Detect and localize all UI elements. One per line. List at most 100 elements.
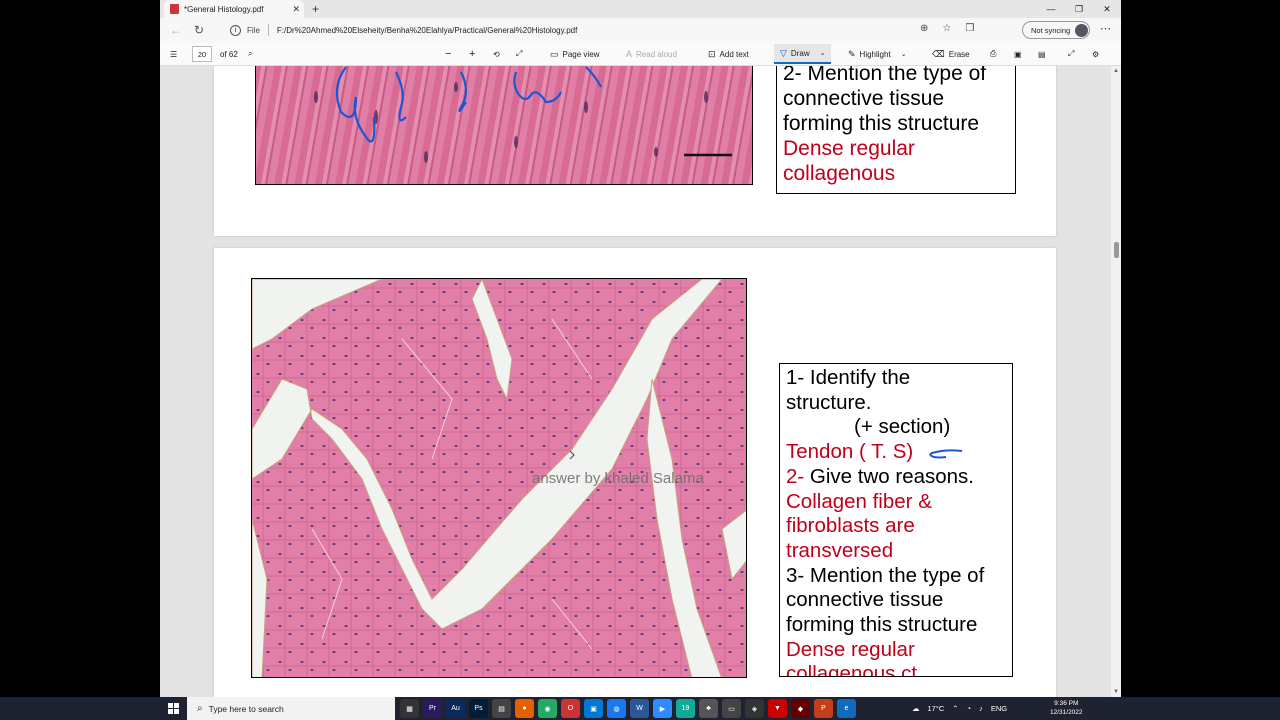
- avatar: [1075, 23, 1089, 37]
- chrome-icon[interactable]: ◉: [538, 699, 557, 718]
- close-window-button[interactable]: ✕: [1093, 0, 1121, 18]
- weather-icon: ☁: [912, 704, 920, 713]
- settings-icon[interactable]: ⚙: [1092, 42, 1099, 66]
- back-icon[interactable]: ←: [170, 23, 182, 37]
- browser-tab[interactable]: *General Histology.pdf ✕: [164, 0, 304, 18]
- scrollbar[interactable]: ▲ ▼: [1111, 66, 1121, 697]
- add-text-button[interactable]: ⊡ Add text: [708, 42, 749, 66]
- app-icon[interactable]: 19: [676, 699, 695, 718]
- erase-button[interactable]: ⌫ Erase: [932, 42, 970, 66]
- maximize-button[interactable]: ❐: [1065, 0, 1093, 18]
- explorer-icon[interactable]: ▤: [492, 699, 511, 718]
- sync-button[interactable]: Not syncing: [1022, 21, 1090, 39]
- clock-date: 12/31/2022: [1050, 709, 1083, 716]
- address-bar[interactable]: i File F:/Dr%20Ahmed%20Elseheity/Benha%2…: [220, 21, 948, 39]
- fit-icon[interactable]: ⤢: [516, 42, 522, 66]
- app-icon[interactable]: ▭: [722, 699, 741, 718]
- tab-title: *General Histology.pdf: [184, 4, 264, 14]
- network-icon[interactable]: ◔: [967, 704, 972, 713]
- weather-temp[interactable]: 17°C: [928, 704, 945, 713]
- page-number-wrap: 20: [192, 42, 212, 66]
- save-as-icon[interactable]: ▤: [1038, 42, 1046, 66]
- rotate-icon[interactable]: ⟲: [493, 42, 500, 66]
- title-bar: *General Histology.pdf ✕ + — ❐ ✕: [160, 0, 1121, 18]
- app-icon[interactable]: ◈: [745, 699, 764, 718]
- fullscreen-icon[interactable]: ⤢: [1068, 42, 1074, 66]
- photoshop-icon[interactable]: Ps: [469, 699, 488, 718]
- more-icon[interactable]: ⋯: [1100, 22, 1111, 35]
- powerpoint-icon[interactable]: P: [814, 699, 833, 718]
- store-icon[interactable]: ▣: [584, 699, 603, 718]
- answer-line: Dense regular: [783, 137, 915, 160]
- erase-icon: ⌫: [932, 48, 945, 59]
- task-view-icon[interactable]: ▦: [400, 699, 419, 718]
- address-icons: ⊕ ☆ ❒: [920, 23, 974, 34]
- new-tab-button[interactable]: +: [312, 2, 319, 16]
- save-icon[interactable]: ▣: [1014, 42, 1022, 66]
- page-number-input[interactable]: 20: [192, 46, 212, 62]
- answer-line: Tendon ( T. S): [786, 440, 914, 464]
- tab-close-button[interactable]: ✕: [292, 4, 300, 15]
- zoom-icon[interactable]: ⊕: [920, 23, 928, 34]
- clock[interactable]: 9:36 PM 12/31/2022: [1050, 699, 1083, 717]
- pdf-page: 2- Mention the type of connective tissue…: [214, 66, 1056, 236]
- zoom-in-icon[interactable]: +: [469, 42, 475, 66]
- chevron-up-icon[interactable]: ⌃: [952, 704, 958, 713]
- app-icon[interactable]: ▼: [768, 699, 787, 718]
- answer-line: fibroblasts are: [786, 514, 915, 538]
- messenger-icon[interactable]: ◍: [607, 699, 626, 718]
- sync-label: Not syncing: [1031, 25, 1071, 35]
- taskbar: ⌕ Type here to search ▦ Pr Au Ps ▤ ● ◉ O…: [0, 697, 1280, 720]
- pdf-icon: [170, 4, 179, 14]
- volume-icon[interactable]: ♪: [979, 704, 983, 713]
- read-aloud-button[interactable]: A Read aloud: [626, 42, 677, 66]
- question-line: 2- Mention the type of: [783, 66, 987, 85]
- app-icon[interactable]: ◆: [791, 699, 810, 718]
- page-total: of 62: [220, 49, 238, 59]
- divider: [267, 24, 269, 36]
- refresh-icon[interactable]: ↻: [194, 23, 204, 37]
- chevron-down-icon[interactable]: ⌄: [820, 49, 826, 57]
- question-line: forming this structure: [786, 613, 978, 637]
- page-view-label: Page view: [562, 49, 600, 59]
- highlight-button[interactable]: ✎ Highlight ⌄: [848, 42, 907, 66]
- read-aloud-icon: A: [626, 49, 633, 59]
- toc-icon[interactable]: ☰: [170, 42, 177, 66]
- opera-icon[interactable]: O: [561, 699, 580, 718]
- scroll-down-icon[interactable]: ▼: [1113, 689, 1119, 695]
- taskbar-search[interactable]: ⌕ Type here to search: [187, 697, 395, 720]
- window-controls: — ❐ ✕: [1037, 0, 1121, 18]
- highlight-label: Highlight: [859, 49, 891, 59]
- windows-icon[interactable]: [168, 703, 179, 714]
- add-text-label: Add text: [719, 49, 749, 59]
- question-line: structure.: [786, 390, 872, 414]
- zoom-out-icon[interactable]: −: [445, 42, 451, 66]
- question-line: 2- Give two reasons.: [786, 465, 1006, 490]
- audition-icon[interactable]: Au: [446, 699, 465, 718]
- favorites-icon[interactable]: ☆: [942, 23, 951, 34]
- edge-icon[interactable]: e: [837, 699, 856, 718]
- chevron-down-icon[interactable]: ⌄: [901, 50, 907, 58]
- scroll-up-icon[interactable]: ▲: [1113, 68, 1119, 74]
- print-icon[interactable]: ⎙: [990, 42, 996, 66]
- language-indicator[interactable]: ENG: [991, 704, 1007, 713]
- clock-time: 9:36 PM: [1054, 700, 1079, 707]
- search-icon[interactable]: ⌕: [248, 42, 252, 66]
- ink-arrow-icon: [929, 449, 963, 459]
- draw-button[interactable]: ▽ Draw ⌄: [774, 44, 832, 64]
- firefox-icon[interactable]: ●: [515, 699, 534, 718]
- page-view-button[interactable]: ▭ Page view: [550, 42, 599, 66]
- premiere-icon[interactable]: Pr: [423, 699, 442, 718]
- collections-icon[interactable]: ❒: [965, 23, 974, 34]
- pdf-viewer[interactable]: 2- Mention the type of connective tissue…: [160, 66, 1121, 697]
- minimize-button[interactable]: —: [1037, 0, 1065, 18]
- draw-icon: ▽: [780, 47, 787, 58]
- app-icon[interactable]: ♣: [699, 699, 718, 718]
- info-icon[interactable]: i: [230, 24, 241, 36]
- pdf-page: answer by khaled Salama 1- Identify the …: [214, 248, 1056, 697]
- browser-window: *General Histology.pdf ✕ + — ❐ ✕ ← ↻ i F…: [160, 0, 1121, 697]
- word-icon[interactable]: W: [630, 699, 649, 718]
- url-text[interactable]: F:/Dr%20Ahmed%20Elseheity/Benha%20Elahly…: [277, 26, 577, 35]
- scroll-thumb[interactable]: [1114, 242, 1119, 258]
- zoom-app-icon[interactable]: ▶: [653, 699, 672, 718]
